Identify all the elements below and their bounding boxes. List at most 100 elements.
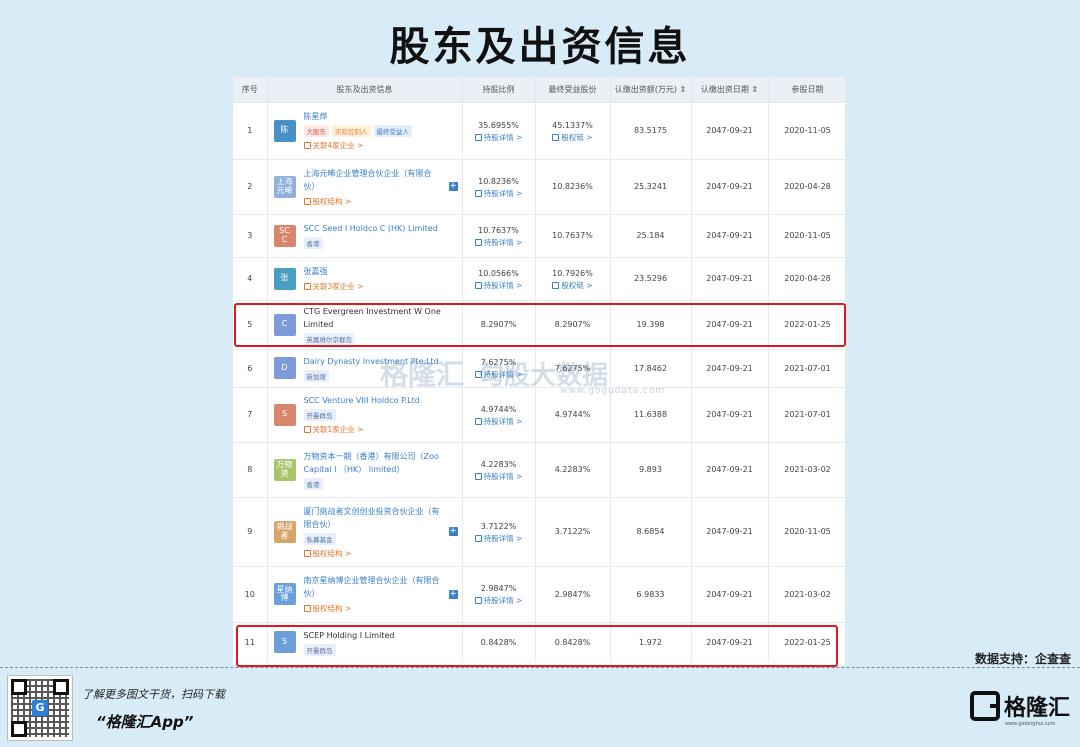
- holder-name[interactable]: SCC Venture VIII Holdco P.Ltd: [304, 394, 458, 407]
- holding-pct: 10.0566%: [478, 268, 519, 278]
- capital-date: 2047-09-21: [691, 158, 769, 214]
- table-row: 4 张 张嘉强 关联3家企业 > 10.0566% 持股详情 > 10.7926%…: [233, 256, 845, 300]
- equity-chain-link[interactable]: 股权链 >: [536, 132, 610, 143]
- holding-detail-link[interactable]: 持股详情 >: [463, 595, 535, 606]
- holding-detail-link[interactable]: 持股详情 >: [463, 471, 535, 482]
- capital-amount: 23.5296: [610, 256, 692, 300]
- holder-name[interactable]: 南京星纳博企业管理合伙企业（有限合伙）: [304, 574, 441, 600]
- capital-date: 2047-09-21: [691, 348, 769, 387]
- col-capital-header[interactable]: 认缴出资额(万元) ⇕: [610, 77, 692, 102]
- benefit-pct: 2.9847%: [554, 589, 591, 599]
- join-date: 2020-11-05: [768, 101, 845, 159]
- row-index: 9: [233, 496, 268, 566]
- equity-chain-link[interactable]: 股权链 >: [536, 280, 610, 291]
- holder-avatar: S: [273, 403, 296, 426]
- capital-date: 2047-09-21: [691, 496, 769, 566]
- related-link[interactable]: 关联4家企业 >: [303, 140, 458, 151]
- holding-detail-link[interactable]: 持股详情 >: [463, 188, 535, 199]
- capital-amount: 17.8462: [610, 348, 692, 387]
- related-link[interactable]: 关联3家企业 >: [303, 281, 458, 292]
- chain-icon: [552, 133, 560, 141]
- table-row: 2 上海 元晞 上海元晞企业管理合伙企业（有限合伙） 股权结构 > + 10.8…: [233, 158, 845, 214]
- brand-logo: 格隆汇: [970, 690, 1070, 722]
- row-index: 2: [233, 158, 268, 214]
- detail-icon: [474, 189, 482, 197]
- related-link[interactable]: 股权结构 >: [303, 548, 441, 559]
- table-row: 9 挑战 者 厦门挑战者文创创业投资合伙企业（有限合伙） 私募基金 股权结构 >…: [233, 496, 845, 566]
- shareholder-table: 序号 股东及出资信息 持股比例 最终受益股份 认缴出资额(万元) ⇕ 认缴出资日…: [232, 76, 846, 666]
- benefit-pct: 10.7926%: [552, 268, 593, 278]
- expand-plus-icon[interactable]: +: [448, 527, 458, 536]
- link-icon: [303, 549, 311, 557]
- benefit-pct: 10.7637%: [552, 231, 593, 240]
- holding-detail-link[interactable]: 持股详情 >: [463, 237, 535, 248]
- detail-icon: [474, 371, 482, 378]
- sort-icon[interactable]: ⇕: [751, 85, 758, 94]
- detail-icon: [474, 238, 482, 246]
- holder-tag: 香港: [303, 237, 323, 249]
- holder-name[interactable]: 万物资本一期（香港）有限公司（Zoo Capital Ⅰ （HK） limite…: [304, 450, 458, 476]
- holding-pct: 7.6275%: [480, 358, 517, 367]
- promo-app-name: “格隆汇App”: [96, 713, 194, 731]
- holding-detail-link[interactable]: 持股详情 >: [463, 132, 535, 143]
- related-link[interactable]: 股权结构 >: [303, 603, 441, 614]
- row-index: 11: [233, 621, 268, 662]
- holder-tag: 实际控制人: [332, 125, 371, 137]
- link-icon: [303, 142, 311, 149]
- row-index: 8: [233, 441, 268, 497]
- join-date: 2021-07-01: [768, 386, 845, 442]
- table-row: 1 陈 陈星烨 大股东 实际控制人 最终受益人 关联4家企业 > 35.6955% 持…: [233, 101, 845, 159]
- capital-date: 2047-09-21: [691, 441, 769, 497]
- col-capdate-header[interactable]: 认缴出资日期 ⇕: [691, 77, 769, 102]
- holding-pct: 2.9847%: [480, 584, 517, 593]
- holder-tag: 新加坡: [303, 369, 329, 382]
- capital-date: 2047-09-21: [691, 565, 769, 622]
- holding-pct: 4.9744%: [480, 404, 517, 414]
- table-row: 7 S SCC Venture VIII Holdco P.Ltd 开曼群岛 关…: [233, 386, 845, 442]
- holding-pct: 35.6955%: [478, 120, 519, 130]
- holder-name[interactable]: Dairy Dynasty Investment Pte.Ltd: [304, 355, 458, 368]
- holder-name[interactable]: SCC Seed I Holdco C (HK) Limited: [304, 222, 458, 235]
- detail-icon: [474, 133, 482, 141]
- row-index: 6: [233, 348, 268, 387]
- holding-detail-link[interactable]: 持股详情 >: [463, 369, 535, 380]
- col-index-header: 序号: [233, 77, 268, 102]
- row-index: 5: [233, 299, 268, 349]
- join-date: 2020-11-05: [768, 213, 845, 257]
- holder-avatar: D: [273, 357, 296, 379]
- detail-icon: [474, 534, 482, 542]
- related-link[interactable]: 股权结构 >: [303, 196, 441, 207]
- holding-pct: 10.7637%: [478, 225, 519, 235]
- brand-g-icon: [970, 691, 1000, 721]
- holding-pct: 0.8428%: [480, 637, 517, 647]
- expand-plus-icon[interactable]: +: [448, 182, 458, 191]
- join-date: 2021-03-02: [768, 565, 845, 622]
- holder-name[interactable]: 陈星烨: [304, 110, 458, 123]
- holding-detail-link[interactable]: 持股详情 >: [463, 533, 535, 544]
- link-icon: [303, 283, 311, 290]
- capital-amount: 19.398: [610, 299, 692, 349]
- holder-tag: 开曼群岛: [303, 643, 336, 656]
- holder-name[interactable]: 厦门挑战者文创创业投资合伙企业（有限合伙）: [304, 505, 441, 531]
- benefit-pct: 3.7122%: [554, 527, 591, 536]
- detail-icon: [474, 472, 482, 480]
- sort-icon[interactable]: ⇕: [680, 85, 687, 94]
- page-title: 股东及出资信息: [389, 24, 691, 70]
- chain-icon: [552, 281, 560, 289]
- col-benefit-header[interactable]: 最终受益股份: [535, 77, 611, 102]
- holding-detail-link[interactable]: 持股详情 >: [463, 416, 535, 427]
- qr-code[interactable]: G: [7, 675, 73, 741]
- benefit-pct: 8.2907%: [554, 320, 591, 329]
- holder-name[interactable]: 张嘉强: [304, 265, 458, 278]
- holder-avatar: 陈: [273, 119, 296, 142]
- holding-detail-link[interactable]: 持股详情 >: [463, 280, 535, 291]
- col-pct-header[interactable]: 持股比例: [462, 77, 536, 102]
- holder-name[interactable]: 上海元晞企业管理合伙企业（有限合伙）: [304, 167, 441, 193]
- capital-amount: 6.9833: [610, 565, 692, 622]
- link-icon: [303, 197, 311, 205]
- expand-plus-icon[interactable]: +: [448, 589, 458, 599]
- capital-date: 2047-09-21: [691, 621, 769, 662]
- related-link[interactable]: 关联1家企业 >: [303, 424, 458, 435]
- row-index: 4: [233, 256, 268, 300]
- table-row: 3 SC C SCC Seed I Holdco C (HK) Limited …: [233, 213, 845, 257]
